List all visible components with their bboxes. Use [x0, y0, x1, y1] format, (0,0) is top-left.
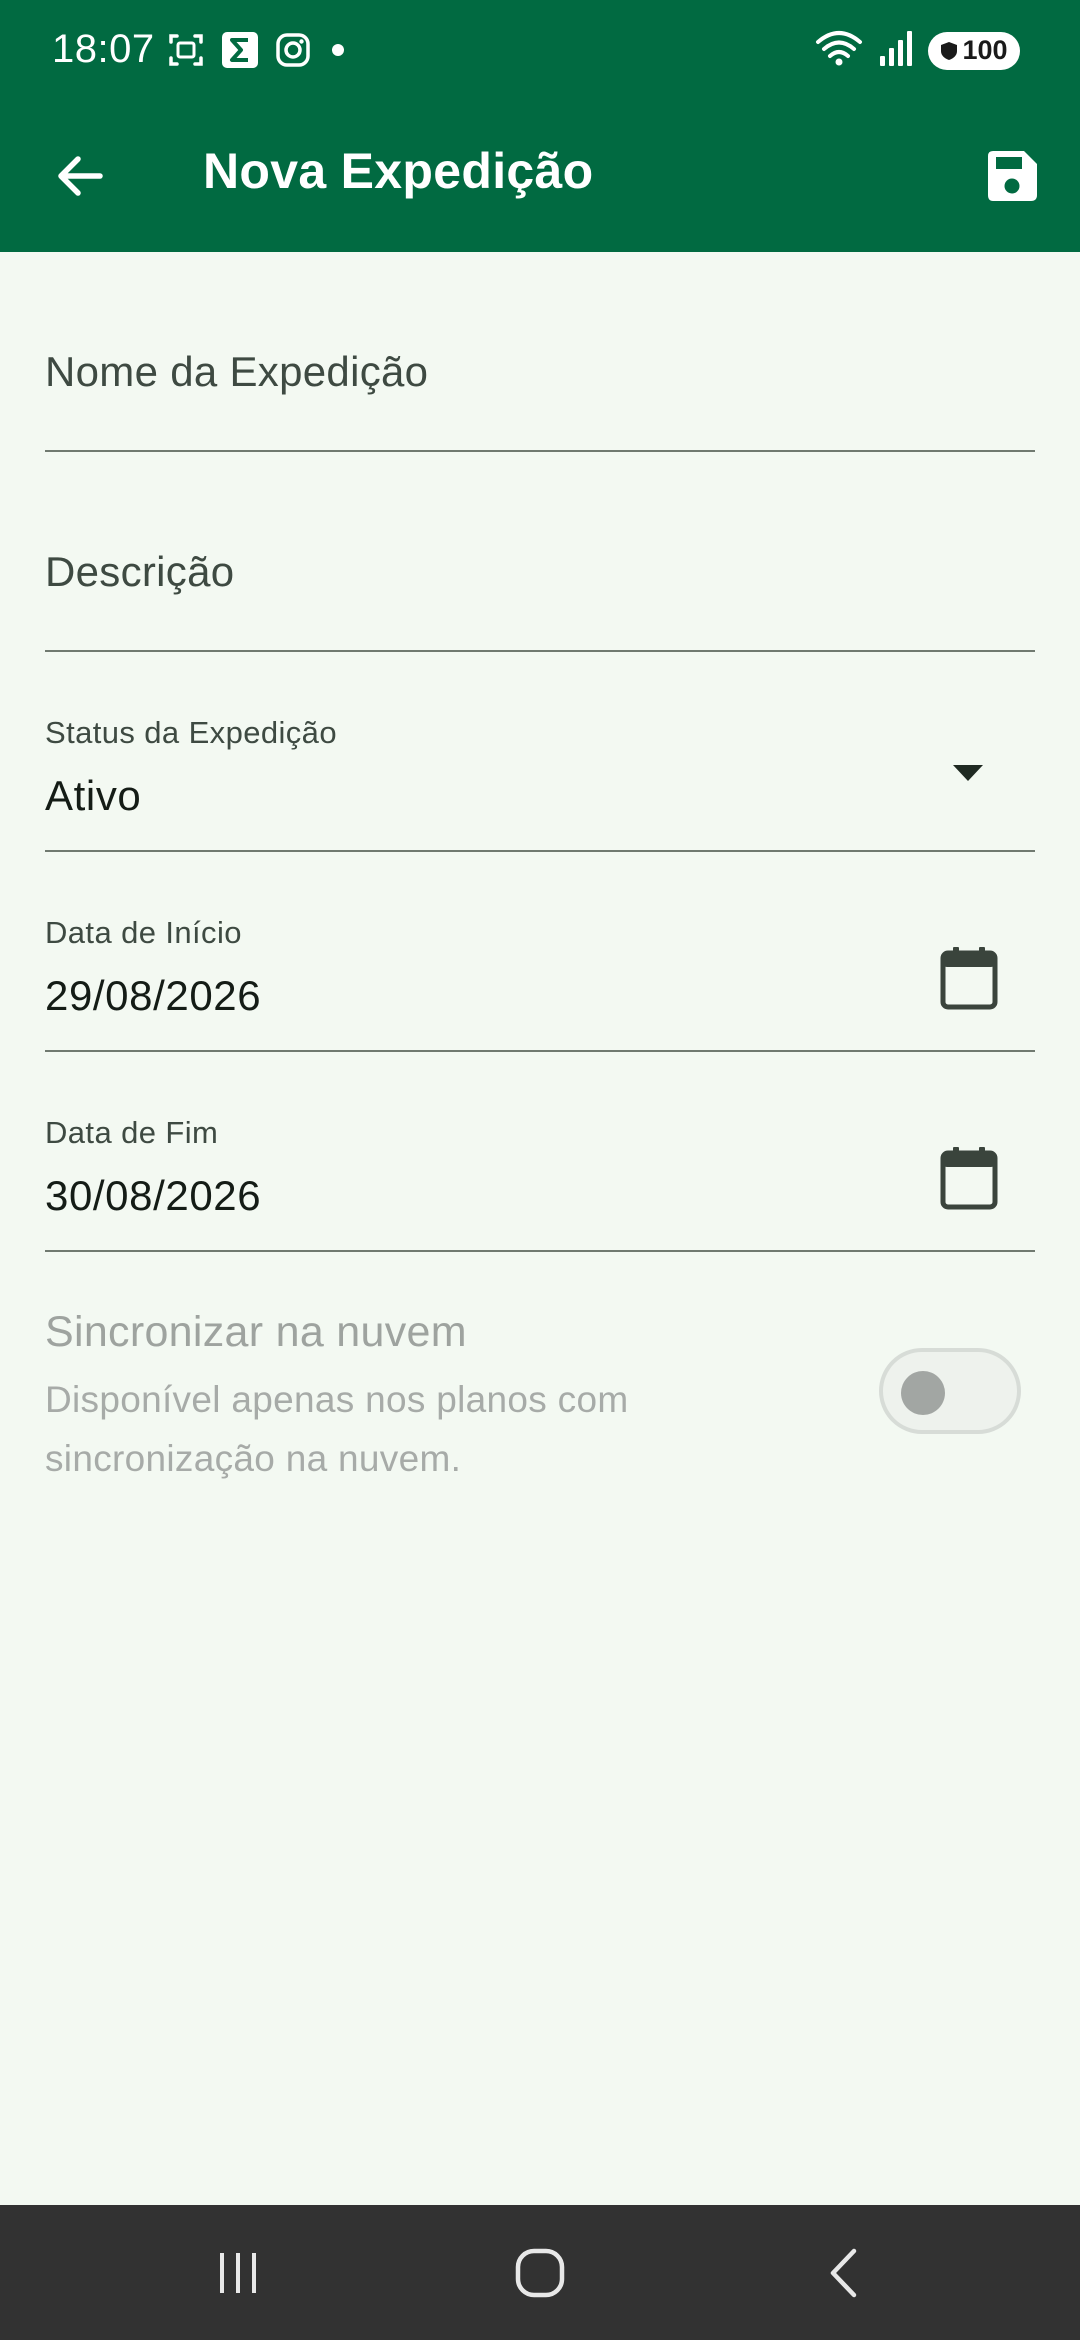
- end-date-label: Data de Fim: [45, 1115, 219, 1150]
- start-date-label: Data de Início: [45, 915, 242, 950]
- recent-apps-icon: [220, 2253, 256, 2293]
- description-placeholder: Descrição: [45, 548, 235, 595]
- toggle-knob: [901, 1371, 945, 1415]
- page-title: Nova Expedição: [203, 143, 594, 199]
- status-value: Ativo: [45, 772, 142, 819]
- name-field[interactable]: Nome da Expedição: [45, 318, 1035, 452]
- save-icon: [988, 151, 1037, 201]
- arrow-left-icon: [58, 156, 103, 196]
- calendar-icon[interactable]: [939, 1145, 999, 1211]
- name-placeholder: Nome da Expedição: [45, 348, 429, 395]
- back-nav-button[interactable]: [784, 2233, 904, 2313]
- status-time: 18:07: [52, 27, 155, 71]
- recent-apps-button[interactable]: [178, 2233, 298, 2313]
- status-left-icons: [166, 30, 350, 75]
- battery-icon: 100: [928, 31, 1020, 70]
- end-date-field[interactable]: Data de Fim 30/08/2026: [45, 1115, 1035, 1252]
- start-date-value: 29/08/2026: [45, 972, 262, 1019]
- battery-level: 100: [962, 35, 1008, 65]
- sync-toggle[interactable]: [879, 1348, 1021, 1434]
- instagram-icon: [274, 31, 312, 74]
- status-right-icons: 100: [814, 28, 1020, 73]
- back-button[interactable]: [44, 140, 116, 212]
- home-icon: [515, 2248, 565, 2298]
- chevron-left-icon: [830, 2248, 857, 2298]
- sync-title: Sincronizar na nuvem: [45, 1308, 467, 1356]
- signal-icon: [878, 28, 914, 73]
- calendar-icon[interactable]: [939, 945, 999, 1011]
- status-dropdown[interactable]: Status da Expedição Ativo: [45, 715, 1035, 852]
- status-bar: 18:07 100: [0, 0, 1080, 102]
- sigma-app-icon: [220, 30, 260, 75]
- start-date-field[interactable]: Data de Início 29/08/2026: [45, 915, 1035, 1052]
- home-button[interactable]: [480, 2233, 600, 2313]
- save-button[interactable]: [976, 140, 1048, 212]
- dot-icon: [326, 38, 350, 67]
- end-date-value: 30/08/2026: [45, 1172, 262, 1219]
- system-nav-bar: [0, 2205, 1080, 2340]
- description-field[interactable]: Descrição: [45, 518, 1035, 652]
- app-bar: Nova Expedição: [0, 102, 1080, 252]
- sync-description: Disponível apenas nos planos com sincron…: [45, 1379, 629, 1479]
- status-label: Status da Expedição: [45, 715, 337, 750]
- dropdown-arrow-icon: [951, 763, 985, 783]
- screenshot-icon: [166, 30, 206, 75]
- wifi-icon: [814, 28, 864, 73]
